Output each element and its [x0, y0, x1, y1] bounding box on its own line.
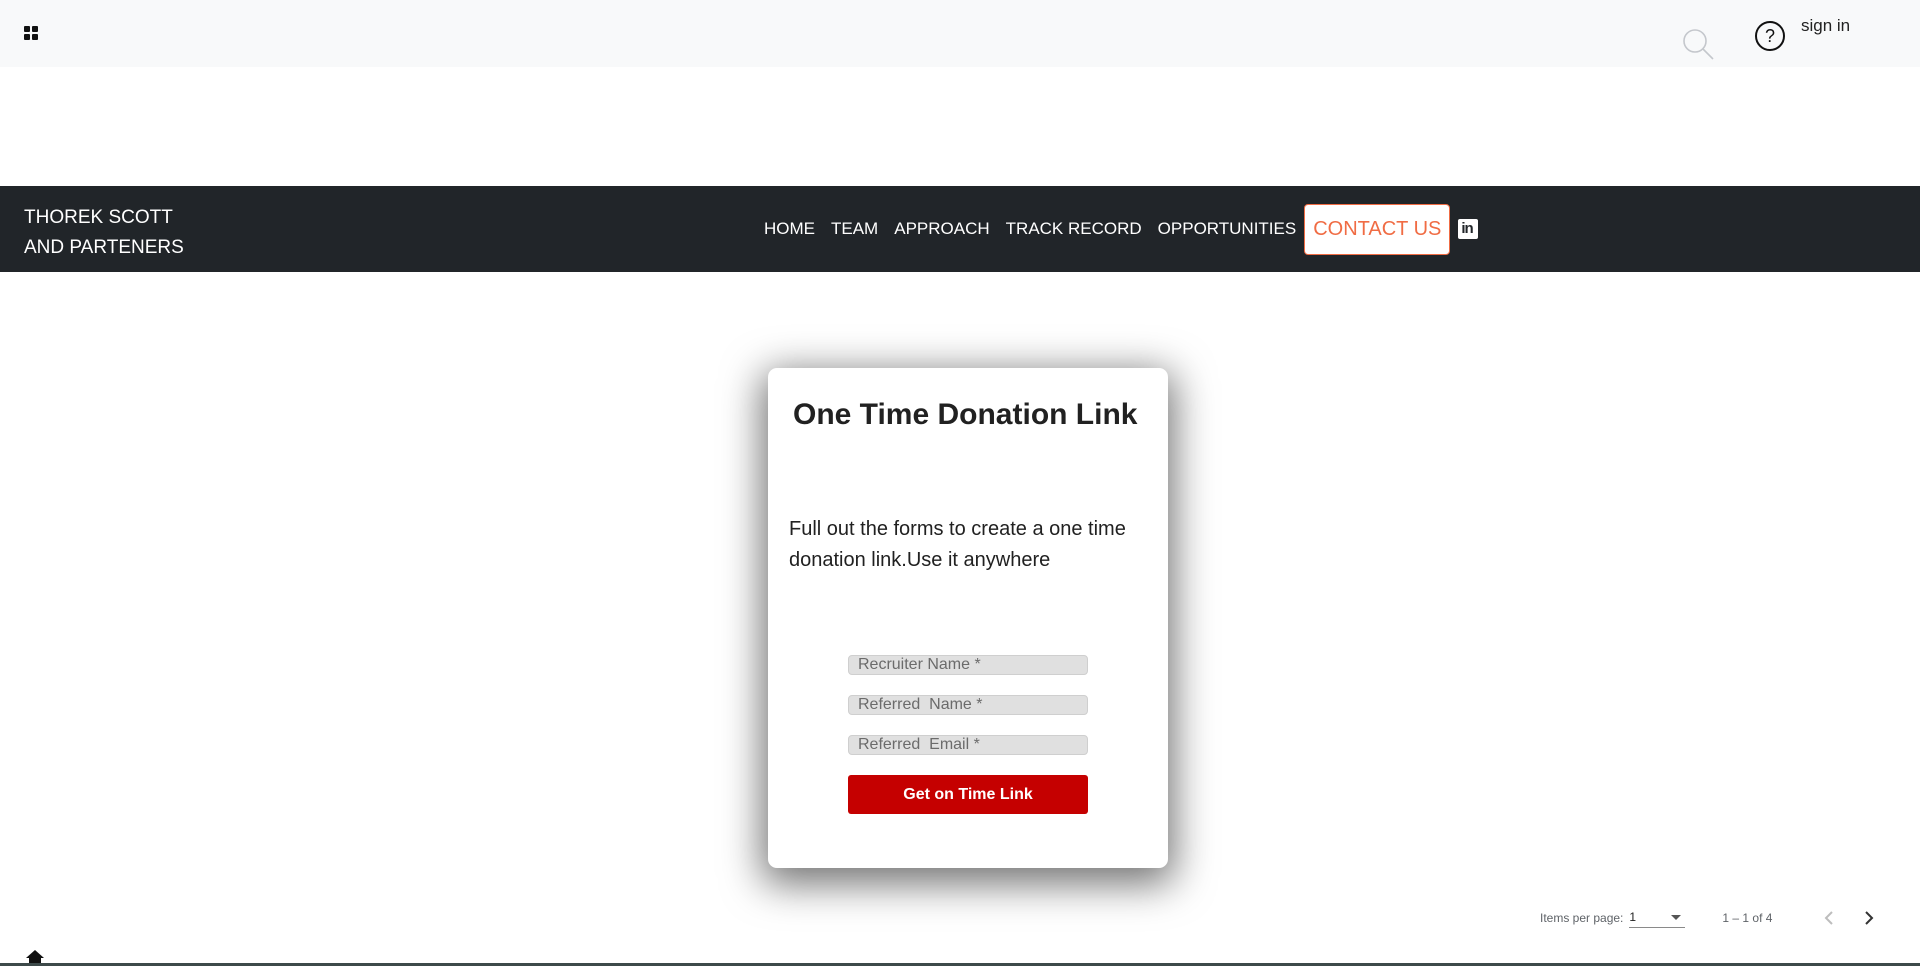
chevron-left-icon[interactable] — [1814, 903, 1844, 933]
contact-us-button[interactable]: CONTACT US — [1304, 203, 1451, 255]
caret-down-icon — [1671, 915, 1682, 920]
help-circle-icon[interactable]: ? — [1754, 20, 1786, 52]
brand-line-1: THOREK SCOTT — [24, 207, 173, 228]
top-bar: ? sign in — [0, 0, 1920, 67]
items-per-page-value: 1 — [1629, 910, 1637, 924]
referred-name-input[interactable] — [848, 695, 1088, 715]
brand-line-2: AND PARTENERS — [24, 237, 184, 258]
get-link-button[interactable]: Get on Time Link — [848, 775, 1088, 814]
brand-logo-text[interactable]: THOREK SCOTT AND PARTENERS — [24, 203, 184, 263]
nav-item-home[interactable]: HOME — [764, 219, 815, 239]
nav-menu: HOME TEAM APPROACH TRACK RECORD OPPORTUN… — [764, 186, 1479, 272]
linkedin-glyph: in — [1461, 220, 1473, 237]
linkedin-icon[interactable]: in — [1458, 219, 1479, 239]
page-range-label: 1 – 1 of 4 — [1722, 911, 1773, 925]
search-icon[interactable] — [1682, 28, 1716, 62]
nav-item-track-record[interactable]: TRACK RECORD — [1006, 219, 1142, 239]
sign-in-link[interactable]: sign in — [1801, 16, 1850, 36]
nav-item-opportunities[interactable]: OPPORTUNITIES — [1158, 219, 1297, 239]
apps-grid-icon[interactable] — [24, 26, 40, 42]
card-description: Full out the forms to create a one time … — [789, 518, 1126, 571]
svg-text:?: ? — [1765, 26, 1775, 46]
donation-link-card: One Time Donation Link Full out the form… — [768, 368, 1168, 868]
nav-item-approach[interactable]: APPROACH — [894, 219, 989, 239]
nav-item-team[interactable]: TEAM — [831, 219, 878, 239]
items-per-page-select[interactable]: 1 — [1629, 908, 1686, 928]
main-navbar: THOREK SCOTT AND PARTENERS HOME TEAM APP… — [0, 186, 1920, 272]
card-title: One Time Donation Link — [793, 398, 1138, 431]
items-per-page-label: Items per page: — [1540, 911, 1624, 925]
chevron-right-icon[interactable] — [1854, 903, 1884, 933]
paginator: Items per page: 1 1 – 1 of 4 — [1540, 900, 1884, 936]
recruiter-name-input[interactable] — [848, 655, 1088, 675]
referred-email-input[interactable] — [848, 735, 1088, 755]
